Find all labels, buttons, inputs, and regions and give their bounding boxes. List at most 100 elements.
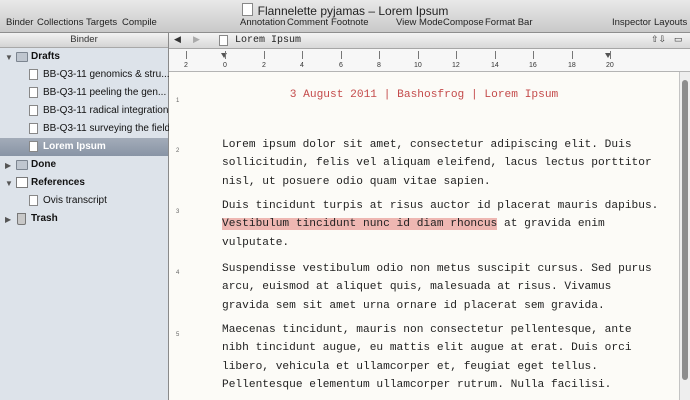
editor-document-title[interactable]: Lorem Ipsum (235, 35, 301, 46)
binder-item-ovis[interactable]: Ovis transcript (0, 192, 168, 210)
binder-item-label: Ovis transcript (43, 195, 107, 206)
view-mode-toolbar-button[interactable]: View Mode (396, 17, 443, 28)
text-line: nisl, ut posuere odio quam vitae sapien. (222, 175, 491, 188)
text-span: at gravida enim (497, 218, 605, 231)
text-line: Lorem ipsum dolor sit amet, consectetur … (222, 139, 632, 151)
binder-item-doc[interactable]: BB-Q3-11 peeling the gen... (0, 84, 168, 102)
layouts-toolbar-button[interactable]: Layouts (654, 17, 687, 28)
text-document-icon (29, 141, 38, 152)
indent-marker[interactable] (221, 53, 227, 58)
text-line: gravida sem sit amet urna ornare id plac… (222, 299, 605, 312)
binder-item-label: BB-Q3-11 radical integration (43, 105, 169, 116)
binder-toolbar-button[interactable]: Binder (6, 17, 33, 28)
binder-item-done[interactable]: ▶ Done (0, 156, 168, 174)
text-document-icon (29, 195, 38, 206)
targets-toolbar-button[interactable]: Targets (86, 17, 117, 28)
split-editor-icon[interactable]: ▭ (674, 34, 683, 45)
text-document-icon (29, 105, 38, 116)
ruler-tick (610, 51, 611, 59)
ruler-tick (533, 51, 534, 59)
text-line: sollicitudin, felis vel aliquam eleifend… (222, 157, 652, 170)
text-line: Pellentesque elementum ullamcorper rutru… (222, 378, 612, 391)
editor-page[interactable]: 1 3 August 2011 | Bashosfrog | Lorem Ips… (169, 72, 679, 400)
disclosure-open-icon[interactable]: ▼ (5, 53, 13, 62)
text-line: Maecenas tincidunt, mauris non consectet… (222, 324, 632, 336)
ruler-label: 4 (300, 62, 304, 69)
ruler-tick (264, 51, 265, 59)
vertical-scrollbar[interactable] (679, 72, 690, 400)
binder-item-doc[interactable]: BB-Q3-11 surveying the field (0, 120, 171, 138)
ruler-tick (341, 51, 342, 59)
binder-header: Binder (0, 33, 168, 48)
disclosure-open-icon[interactable]: ▼ (5, 179, 13, 188)
disclosure-closed-icon[interactable]: ▶ (5, 161, 11, 170)
ruler-label: 16 (529, 62, 537, 69)
binder-item-label: BB-Q3-11 surveying the field (43, 123, 171, 134)
document-icon (241, 3, 253, 16)
inspector-toolbar-button[interactable]: Inspector (612, 17, 651, 28)
drafts-folder-icon (16, 52, 28, 62)
binder-item-doc[interactable]: BB-Q3-11 radical integration (0, 102, 168, 120)
format-bar-toolbar-button[interactable]: Format Bar (485, 17, 533, 28)
text-line: Suspendisse vestibulum odio non metus su… (222, 263, 652, 275)
ruler-label: 18 (568, 62, 576, 69)
ruler-label: 0 (223, 62, 227, 69)
research-chart-icon (16, 177, 28, 188)
text-line: libero, vehicula et ullamcorper et, feug… (222, 360, 598, 373)
disclosure-closed-icon[interactable]: ▶ (5, 215, 11, 224)
ruler-tick (456, 51, 457, 59)
binder-item-drafts[interactable]: ▼ Drafts (0, 48, 168, 66)
binder-item-doc[interactable]: BB-Q3-11 genomics & stru... (0, 66, 170, 84)
binder-item-label: BB-Q3-11 genomics & stru... (43, 69, 170, 80)
ruler-label: 14 (491, 62, 499, 69)
paragraph-2: Duis tincidunt turpis at risus auctor id… (222, 197, 662, 252)
footnote-toolbar-button[interactable]: Footnote (331, 17, 369, 28)
ruler-label: 2 (262, 62, 266, 69)
text-line: vulputate. (222, 236, 290, 249)
folder-stack-icon (16, 160, 28, 170)
text-line: nibh tincidunt augue, eu mattis elit aug… (222, 342, 632, 355)
text-line: Vestibulum tincidunt nunc id diam rhoncu… (222, 215, 662, 233)
compile-toolbar-button[interactable]: Compile (122, 17, 157, 28)
binder-sidebar: Binder ▼ Drafts BB-Q3-11 genomics & stru… (0, 33, 171, 400)
ruler-tick (495, 51, 496, 59)
paragraph-number: 4 (176, 270, 180, 276)
ruler-label: 20 (606, 62, 614, 69)
binder-item-trash[interactable]: ▶ Trash (0, 210, 168, 228)
ruler[interactable]: 2 0 2 4 6 8 10 12 14 16 18 20 (169, 49, 690, 72)
ruler-tick (418, 51, 419, 59)
text-line: Duis tincidunt turpis at risus auctor id… (222, 200, 659, 212)
collections-toolbar-button[interactable]: Collections (37, 17, 83, 28)
ruler-label: 12 (452, 62, 460, 69)
highlighted-text: Vestibulum tincidunt nunc id diam rhoncu… (222, 218, 498, 231)
compose-toolbar-button[interactable]: Compose (443, 17, 484, 28)
binder-item-references[interactable]: ▼ References (0, 174, 168, 192)
scrollbar-thumb[interactable] (682, 80, 688, 380)
ruler-tick (225, 51, 226, 59)
ruler-label: 2 (184, 62, 188, 69)
binder-item-label: Done (31, 159, 56, 170)
forward-arrow-icon[interactable]: ▶ (193, 34, 200, 45)
paragraph-number: 3 (176, 209, 180, 215)
ruler-label: 10 (414, 62, 422, 69)
binder-item-label: BB-Q3-11 peeling the gen... (43, 87, 167, 98)
up-down-arrows-icon[interactable]: ⇧⇩ (651, 34, 666, 45)
ruler-label: 6 (339, 62, 343, 69)
ruler-label: 8 (377, 62, 381, 69)
annotation-toolbar-button[interactable]: Annotation (240, 17, 285, 28)
ruler-tick (572, 51, 573, 59)
text-line: arcu, euismod at aliquet quis, malesuada… (222, 281, 612, 294)
trash-icon (17, 213, 26, 225)
window-titlebar: Flannelette pyjamas – Lorem Ipsum Binder… (0, 0, 690, 33)
binder-item-lorem-ipsum-selected[interactable]: Lorem Ipsum (0, 138, 168, 156)
back-arrow-icon[interactable]: ◀ (174, 34, 181, 45)
paragraph-4: Maecenas tincidunt, mauris non consectet… (222, 321, 662, 394)
comment-toolbar-button[interactable]: Comment (287, 17, 328, 28)
document-icon (219, 35, 228, 46)
editor-header-bar: ◀ ▶ Lorem Ipsum ⇧⇩ ▭ (169, 33, 690, 49)
binder-item-label: Lorem Ipsum (43, 141, 106, 152)
binder-item-label: Trash (31, 213, 58, 224)
text-document-icon (29, 69, 38, 80)
paragraph-number: 5 (176, 332, 180, 338)
window-title-text: Flannelette pyjamas – Lorem Ipsum (257, 4, 449, 18)
